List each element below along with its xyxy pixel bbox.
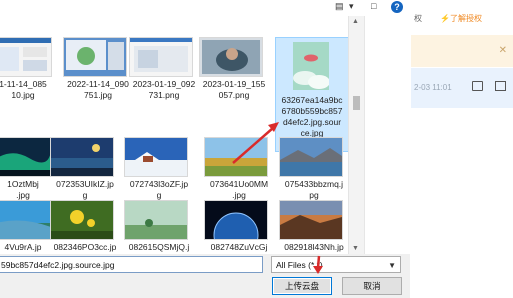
preview-pane-icon[interactable]: □ bbox=[371, 1, 376, 11]
learn-authorization-link[interactable]: ⚡了解授权 bbox=[440, 13, 482, 24]
dialog-footer: 59bc857d4efc2.jpg.source.jpg All Files (… bbox=[0, 254, 410, 298]
vertical-scrollbar[interactable]: ▲ ▼ bbox=[348, 16, 364, 254]
view-mode-icon[interactable]: ▤ bbox=[335, 1, 344, 12]
annotation-arrows bbox=[232, 122, 279, 164]
delete-icon[interactable] bbox=[495, 81, 506, 91]
background-app-panel: 权 ⚡了解授权 ✕ 2-03 11:01 bbox=[410, 0, 513, 298]
file-grid: 1-11-14_085 10.jpg 2022-11-14_090 751.jp… bbox=[0, 16, 348, 254]
close-icon[interactable]: ✕ bbox=[499, 45, 507, 56]
authorize-text: 权 bbox=[414, 14, 422, 23]
preview-pane bbox=[364, 16, 411, 254]
dialog-toolbar: ▤ ▾ □ ? bbox=[0, 0, 410, 16]
notice-banner: ✕ bbox=[410, 35, 513, 67]
chevron-down-icon[interactable]: ▾ bbox=[349, 1, 354, 12]
annotation-arrow-upload bbox=[313, 255, 323, 274]
scroll-down-arrow-icon[interactable]: ▼ bbox=[352, 245, 359, 252]
scrollbar-thumb[interactable] bbox=[353, 96, 360, 110]
folder-icon[interactable] bbox=[472, 81, 483, 91]
file-list-row[interactable]: 2-03 11:01 bbox=[410, 68, 513, 108]
help-button[interactable]: ? bbox=[391, 1, 403, 13]
background-app-header: 权 ⚡了解授权 bbox=[410, 0, 513, 35]
scroll-up-arrow-icon[interactable]: ▲ bbox=[352, 18, 359, 25]
row-timestamp: 2-03 11:01 bbox=[414, 83, 452, 92]
file-open-dialog: ▤ ▾ □ ? 1-11-14_085 10.jpg 2022-11-14_09… bbox=[0, 0, 411, 298]
